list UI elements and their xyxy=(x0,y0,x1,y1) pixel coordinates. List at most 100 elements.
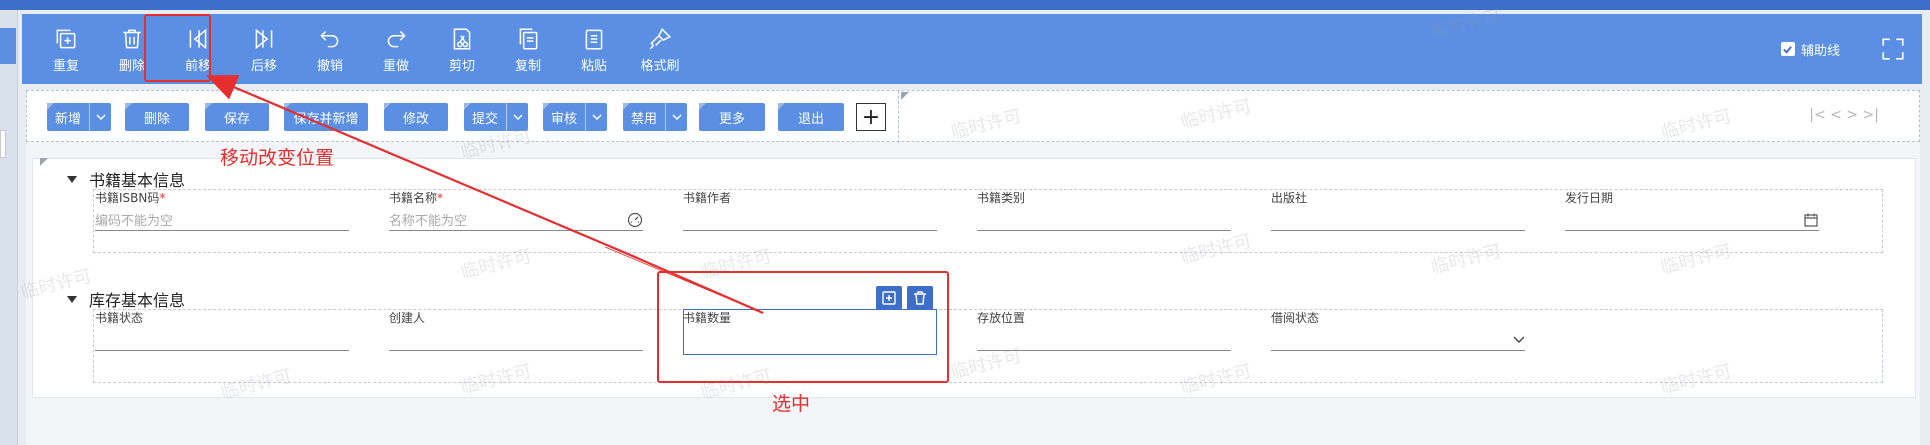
copy-label: 复制 xyxy=(514,59,541,74)
section-book-basic-info[interactable]: 书籍基本信息 xyxy=(67,167,185,191)
duplicate-button[interactable]: 重复 xyxy=(34,14,98,84)
disable-button[interactable]: 禁用 xyxy=(623,103,687,131)
corner-mark xyxy=(40,158,48,166)
annotation-move-note: 移动改变位置 xyxy=(220,147,335,169)
creator-input[interactable] xyxy=(389,329,643,351)
book-status-input[interactable] xyxy=(95,329,349,351)
record-nav-arrows[interactable]: |< < > >| xyxy=(1809,107,1879,123)
field-label: 书籍作者 xyxy=(683,191,732,205)
modify-label: 修改 xyxy=(402,111,429,127)
duplicate-icon xyxy=(882,291,896,305)
delete-action-label: 删除 xyxy=(143,111,170,127)
nav-arrows-label: |< < > >| xyxy=(1809,107,1879,123)
field-borrow-status[interactable]: 借阅状态 xyxy=(1271,309,1525,351)
more-button[interactable]: 更多 xyxy=(699,103,765,131)
exit-button[interactable]: 退出 xyxy=(778,103,844,131)
calendar-icon[interactable] xyxy=(1803,212,1819,228)
field-label: 书籍类别 xyxy=(977,191,1026,205)
delete-action-button[interactable]: 删除 xyxy=(125,103,189,131)
book-name-input[interactable]: 名称不能为空 xyxy=(389,209,643,231)
redo-label: 重做 xyxy=(382,59,409,74)
author-input[interactable] xyxy=(683,209,937,231)
delete-label: 删除 xyxy=(118,59,145,74)
left-panel-tab[interactable] xyxy=(0,28,16,64)
field-label: 书籍状态 xyxy=(95,311,144,325)
modify-button[interactable]: 修改 xyxy=(384,103,448,131)
chevron-down-icon[interactable] xyxy=(1513,336,1525,344)
isbn-input[interactable]: 编码不能为空 xyxy=(95,209,349,231)
top-strip xyxy=(0,0,1930,10)
redo-button[interactable]: 重做 xyxy=(364,14,428,84)
chevron-down-icon[interactable] xyxy=(665,103,687,131)
save-label: 保存 xyxy=(223,111,250,127)
format-brush-label: 格式刷 xyxy=(640,59,680,74)
field-category[interactable]: 书籍类别 xyxy=(977,189,1231,231)
section-inventory-info[interactable]: 库存基本信息 xyxy=(67,287,185,311)
add-button-label: 新增 xyxy=(54,111,81,127)
submit-label: 提交 xyxy=(471,111,498,127)
copy-button[interactable]: 复制 xyxy=(496,14,560,84)
plus-icon: + xyxy=(861,104,881,130)
paste-icon xyxy=(585,29,603,50)
audit-label: 审核 xyxy=(550,111,577,127)
cut-label: 剪切 xyxy=(448,59,475,74)
corner-mark xyxy=(901,92,909,100)
field-label: 借阅状态 xyxy=(1271,311,1320,325)
audit-button[interactable]: 审核 xyxy=(543,103,607,131)
save-button[interactable]: 保存 xyxy=(205,103,269,131)
field-book-name[interactable]: 书籍名称* 名称不能为空 xyxy=(389,189,643,231)
move-backward-label: 后移 xyxy=(250,59,277,74)
guideline-label: 辅助线 xyxy=(1800,43,1840,59)
field-book-status[interactable]: 书籍状态 xyxy=(95,309,349,351)
left-panel-strip xyxy=(0,10,18,445)
fullscreen-icon[interactable] xyxy=(1880,36,1906,62)
redo-icon xyxy=(387,30,406,48)
disable-label: 禁用 xyxy=(630,111,657,127)
field-label: 书籍ISBN码 xyxy=(95,191,160,205)
move-forward-highlight xyxy=(144,14,211,82)
release-date-input[interactable] xyxy=(1565,209,1819,231)
duplicate-field-button[interactable] xyxy=(876,286,902,310)
paste-label: 粘贴 xyxy=(580,59,607,74)
trash-icon xyxy=(914,291,926,305)
checkbox-checked-icon[interactable] xyxy=(1780,42,1795,56)
field-label: 存放位置 xyxy=(977,311,1026,325)
field-label: 书籍名称 xyxy=(389,191,438,205)
field-author[interactable]: 书籍作者 xyxy=(683,189,937,231)
paste-button[interactable]: 粘贴 xyxy=(562,14,626,84)
undo-button[interactable]: 撤销 xyxy=(298,14,362,84)
field-release-date[interactable]: 发行日期 xyxy=(1565,189,1819,231)
save-and-add-label: 保存并新增 xyxy=(293,111,359,127)
isbn-placeholder: 编码不能为空 xyxy=(95,214,174,229)
trash-icon xyxy=(123,29,141,49)
collapse-triangle-icon[interactable] xyxy=(67,175,77,183)
field-creator[interactable]: 创建人 xyxy=(389,309,643,351)
delete-field-button[interactable] xyxy=(907,286,933,310)
field-label: 书籍数量 xyxy=(683,311,732,325)
save-and-add-button[interactable]: 保存并新增 xyxy=(284,103,368,131)
move-backward-button[interactable]: 后移 xyxy=(232,14,296,84)
borrow-status-select[interactable] xyxy=(1271,329,1525,351)
guideline-toggle[interactable]: 辅助线 xyxy=(1780,40,1840,59)
add-action-button[interactable]: + xyxy=(856,103,886,131)
field-isbn[interactable]: 书籍ISBN码* 编码不能为空 xyxy=(95,189,349,231)
book-name-placeholder: 名称不能为空 xyxy=(389,214,468,229)
copy-icon xyxy=(519,28,538,50)
cut-button[interactable]: 剪切 xyxy=(430,14,494,84)
field-publisher[interactable]: 出版社 xyxy=(1271,189,1525,231)
collapse-triangle-icon[interactable] xyxy=(67,295,77,303)
left-panel-handle[interactable] xyxy=(0,130,6,158)
duplicate-icon xyxy=(56,29,76,49)
chevron-down-icon[interactable] xyxy=(89,103,111,131)
action-button-group: 新增 删除 保存 保存并新增 修改 提交 审核 禁用 更多 退出 + xyxy=(27,91,899,143)
add-button[interactable]: 新增 xyxy=(47,103,111,131)
format-brush-button[interactable]: 格式刷 xyxy=(628,14,692,84)
speedometer-icon[interactable] xyxy=(627,212,643,228)
chevron-down-icon[interactable] xyxy=(585,103,607,131)
format-brush-icon xyxy=(649,27,672,50)
field-label: 出版社 xyxy=(1271,191,1308,205)
category-input[interactable] xyxy=(977,209,1231,231)
move-backward-icon xyxy=(255,28,273,50)
annotation-selected-note: 选中 xyxy=(772,393,811,415)
publisher-input[interactable] xyxy=(1271,209,1525,231)
